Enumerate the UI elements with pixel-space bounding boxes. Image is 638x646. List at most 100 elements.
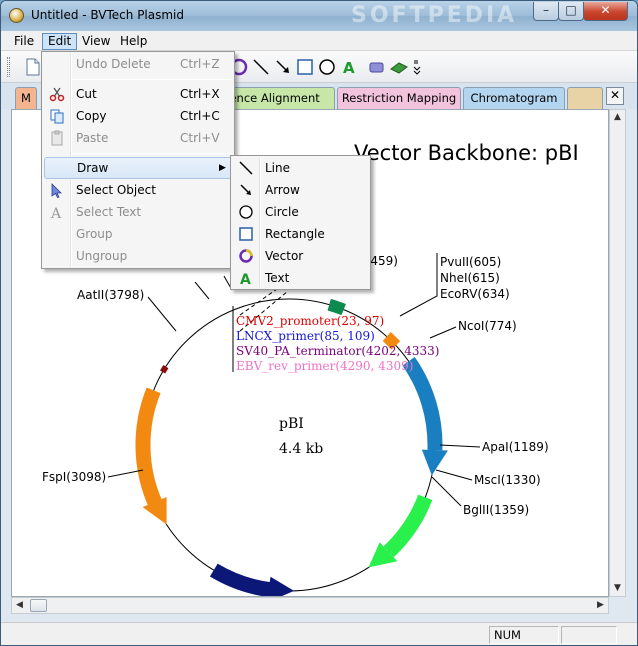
status-num-lock: NUM (489, 626, 559, 644)
scroll-up-icon[interactable]: ▲ (610, 110, 625, 125)
maximize-button[interactable]: □ (558, 2, 584, 21)
tab-map[interactable]: M (15, 87, 37, 109)
site-label-aatii[interactable]: AatII(3798) (77, 288, 144, 302)
vector-label: Vector (265, 249, 304, 263)
tab-restriction-mapping[interactable]: Restriction Mapping (337, 87, 461, 109)
vertical-scrollbar[interactable]: ▲ ▼ (609, 109, 626, 597)
group-label: Group (76, 227, 113, 241)
ungroup-label: Ungroup (76, 249, 128, 263)
feature-label-ebv[interactable]: EBV_rev_primer(4290, 4309) (236, 359, 413, 373)
site-label-nhei[interactable]: NheI(615) (440, 271, 500, 285)
feature-arc-blue[interactable] (402, 357, 443, 451)
feature-arc-green[interactable] (383, 494, 433, 558)
draw-rectangle-icon[interactable] (295, 57, 315, 77)
feature-label-lncx[interactable]: LNCX_primer(85, 109) (236, 329, 375, 343)
menu-item-undo[interactable]: Undo Delete Ctrl+Z (44, 53, 232, 75)
draw-label: Draw (77, 161, 109, 175)
circle-icon (238, 204, 254, 220)
window-title: Untitled - BVTech Plasmid (31, 8, 185, 22)
scroll-left-icon[interactable]: ◀ (12, 598, 27, 613)
text-select-icon: A (49, 204, 65, 222)
feature-arrowhead-navy (267, 576, 295, 596)
scroll-right-icon[interactable]: ▶ (593, 598, 608, 613)
vector-icon (238, 248, 254, 264)
select-text-label: Select Text (76, 205, 142, 219)
site-label-ncoi[interactable]: NcoI(774) (458, 319, 517, 333)
plasmid-name: pBI (279, 416, 304, 432)
draw-line-icon[interactable] (251, 57, 271, 77)
app-icon[interactable] (9, 8, 24, 23)
copy-label: Copy (76, 109, 107, 123)
new-file-icon[interactable] (23, 57, 43, 77)
horizontal-scrollbar[interactable]: ◀ ▶ (11, 597, 609, 614)
leader-line-fspi (107, 469, 144, 478)
tool-b-icon[interactable] (389, 57, 409, 77)
leader-line-aatii (147, 296, 177, 332)
minimize-button[interactable]: – (533, 2, 559, 21)
menu-item-paste[interactable]: Paste Ctrl+V (44, 127, 232, 149)
menu-item-draw[interactable]: Draw ▶ (44, 157, 232, 179)
scroll-down-icon[interactable]: ▼ (610, 581, 625, 596)
leader-line-bglii (431, 476, 462, 507)
site-label-fspi[interactable]: FspI(3098) (42, 470, 106, 484)
tool-a-icon[interactable] (367, 57, 387, 77)
feature-label-cmv[interactable]: CMV2_promoter(23, 97) (236, 314, 384, 328)
overflow-icon[interactable] (411, 57, 431, 77)
site-label-ecorv[interactable]: EcoRV(634) (440, 287, 510, 301)
watermark-text: SOFTPEDIA (351, 3, 518, 28)
site-label-bglii[interactable]: BglII(1359) (463, 503, 529, 517)
menu-edit[interactable]: Edit (42, 33, 78, 50)
menu-item-circle[interactable]: Circle (233, 201, 368, 223)
site-marker-aatii[interactable] (160, 364, 169, 374)
menu-item-text[interactable]: A Text (233, 267, 368, 289)
menu-separator (72, 153, 232, 154)
menu-item-ungroup[interactable]: Ungroup (44, 245, 232, 267)
plasmid-size: 4.4 kb (279, 441, 323, 457)
copy-shortcut: Ctrl+C (180, 109, 220, 123)
title-bar[interactable]: Untitled - BVTech Plasmid SOFTPEDIA – □ … (1, 1, 637, 31)
menu-item-arrow[interactable]: Arrow (233, 179, 368, 201)
close-button[interactable]: ✕ (583, 2, 628, 21)
menu-item-copy[interactable]: Copy Ctrl+C (44, 105, 232, 127)
menu-file[interactable]: File (9, 33, 39, 50)
cut-shortcut: Ctrl+X (180, 87, 220, 101)
draw-text-icon[interactable]: A (339, 57, 359, 77)
draw-arrow-icon[interactable] (273, 57, 293, 77)
circle-label: Circle (265, 205, 299, 219)
rectangle-icon (238, 226, 254, 242)
edit-menu-dropdown: Undo Delete Ctrl+Z Cut Ctrl+X Copy Ctrl+… (41, 51, 235, 269)
status-cell (561, 626, 617, 644)
tab-extra[interactable] (567, 87, 603, 109)
menu-item-line[interactable]: Line (233, 157, 368, 179)
feature-label-sv40[interactable]: SV40_PA_terminator(4202, 4333) (236, 344, 439, 358)
site-label-msci[interactable]: MscI(1330) (474, 473, 541, 487)
menu-item-cut[interactable]: Cut Ctrl+X (44, 83, 232, 105)
feature-arc-navy[interactable] (209, 563, 275, 596)
menu-separator (72, 79, 232, 80)
menu-help[interactable]: Help (115, 33, 152, 50)
site-label-pvuii[interactable]: PvuII(605) (440, 255, 501, 269)
feature-arc-teal[interactable] (327, 298, 346, 316)
feature-arc-orange[interactable] (135, 387, 163, 508)
menu-item-select-object[interactable]: Select Object (44, 179, 232, 201)
site-label-apai[interactable]: ApaI(1189) (482, 440, 549, 454)
cut-label: Cut (76, 87, 97, 101)
draw-ellipse-icon[interactable] (317, 57, 337, 77)
menu-item-group[interactable]: Group (44, 223, 232, 245)
horizontal-scroll-thumb[interactable] (30, 599, 47, 612)
svg-text:A: A (240, 272, 251, 286)
svg-text:A: A (50, 206, 62, 220)
leader-line-top-left (194, 281, 210, 300)
menu-view[interactable]: View (77, 33, 115, 50)
toolbar-grip[interactable] (7, 57, 10, 77)
undo-shortcut: Ctrl+Z (180, 57, 220, 71)
panel-close-button[interactable]: ✕ (606, 87, 624, 105)
svg-text:A: A (343, 59, 355, 77)
menu-item-select-text[interactable]: A Select Text (44, 201, 232, 223)
feature-arrowhead-blue (421, 449, 448, 476)
leader-line-apai (439, 444, 481, 448)
menu-item-vector[interactable]: Vector (233, 245, 368, 267)
map-title[interactable]: Vector Backbone: pBI (354, 141, 579, 165)
tab-chromatogram[interactable]: Chromatogram (463, 87, 565, 109)
menu-item-rectangle[interactable]: Rectangle (233, 223, 368, 245)
